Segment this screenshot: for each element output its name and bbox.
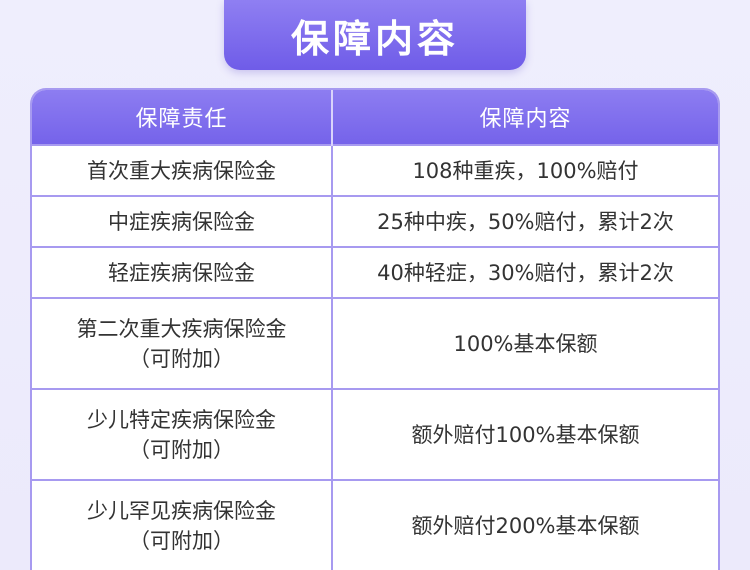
duty-name: 中症疾病保险金	[108, 209, 255, 234]
title-tab: 保障内容	[224, 0, 526, 70]
coverage-table-grid: 保障责任 保障内容 首次重大疾病保险金 108种重疾，100%赔付 中症疾病保险…	[32, 90, 718, 570]
table-row: 少儿罕见疾病保险金 （可附加） 额外赔付200%基本保额	[32, 479, 718, 570]
duty-name: 首次重大疾病保险金	[87, 158, 276, 183]
content-cell: 额外赔付100%基本保额	[332, 388, 718, 480]
content-cell: 40种轻症，30%赔付，累计2次	[332, 246, 718, 298]
header-duty: 保障责任	[32, 90, 333, 145]
duty-cell: 首次重大疾病保险金	[32, 144, 333, 196]
content-cell: 108种重疾，100%赔付	[332, 144, 718, 196]
page-title: 保障内容	[290, 16, 459, 61]
duty-name: 轻症疾病保险金	[108, 260, 255, 285]
content-cell: 25种中疾，50%赔付，累计2次	[332, 195, 718, 247]
duty-cell: 少儿特定疾病保险金 （可附加）	[32, 388, 333, 480]
duty-name: 第二次重大疾病保险金	[76, 316, 287, 341]
page: 保障内容 保障责任 保障内容 首次重大疾病保险金 108种重疾，100%赔付 中…	[0, 0, 750, 570]
content-cell: 100%基本保额	[332, 297, 718, 389]
duty-cell: 第二次重大疾病保险金 （可附加）	[32, 297, 333, 389]
coverage-table: 保障责任 保障内容 首次重大疾病保险金 108种重疾，100%赔付 中症疾病保险…	[30, 88, 720, 570]
duty-note: （可附加）	[129, 437, 234, 462]
header-content: 保障内容	[332, 90, 718, 145]
duty-name: 少儿特定疾病保险金	[87, 407, 276, 432]
duty-cell: 中症疾病保险金	[32, 195, 333, 247]
duty-note: （可附加）	[129, 346, 234, 371]
content-cell: 额外赔付200%基本保额	[332, 479, 718, 570]
duty-cell: 轻症疾病保险金	[32, 246, 333, 298]
duty-note: （可附加）	[129, 528, 234, 553]
table-header-row: 保障责任 保障内容	[32, 90, 718, 145]
table-row: 轻症疾病保险金 40种轻症，30%赔付，累计2次	[32, 246, 718, 298]
table-row: 中症疾病保险金 25种中疾，50%赔付，累计2次	[32, 195, 718, 247]
table-row: 首次重大疾病保险金 108种重疾，100%赔付	[32, 144, 718, 196]
table-row: 第二次重大疾病保险金 （可附加） 100%基本保额	[32, 297, 718, 389]
duty-name: 少儿罕见疾病保险金	[87, 498, 276, 523]
table-row: 少儿特定疾病保险金 （可附加） 额外赔付100%基本保额	[32, 388, 718, 480]
duty-cell: 少儿罕见疾病保险金 （可附加）	[32, 479, 333, 570]
